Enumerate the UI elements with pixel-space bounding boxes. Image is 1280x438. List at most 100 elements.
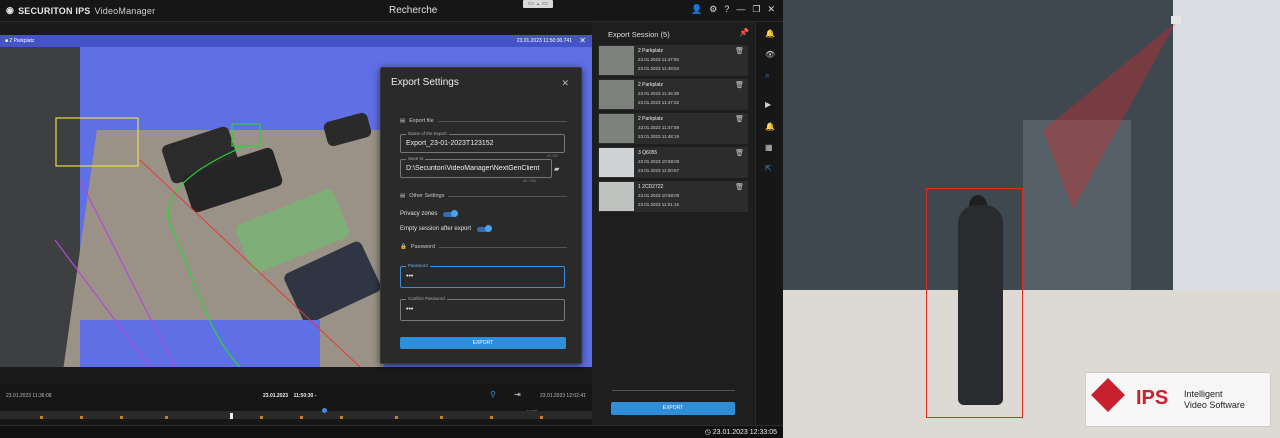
dialog-title: Export Settings — [391, 77, 459, 88]
thumbnail — [599, 182, 634, 211]
item-start: 23.01.2023 11:46:38 — [638, 91, 679, 96]
empty-session-row: Empty session after export — [400, 225, 493, 232]
thumbnail — [599, 114, 634, 143]
close-icon[interactable]: ✕ — [767, 4, 775, 15]
bell-icon[interactable]: 🔔 — [765, 29, 775, 38]
save-to-field[interactable]: Save to D:\Securiton\VideoManager\NextGe… — [400, 156, 552, 178]
item-end: 23.01.2023 11:00:57 — [638, 168, 679, 173]
item-end: 23.01.2023 11:48:19 — [638, 134, 679, 139]
ips-mark: IPS — [1136, 387, 1169, 409]
eye-icon[interactable]: 👁 — [765, 50, 775, 59]
export-icon[interactable]: ⇱ — [765, 164, 772, 173]
empty-session-toggle[interactable] — [477, 225, 493, 232]
video-manager-app: ◉ SECURITON IPS VideoManager Recherche ▭… — [0, 0, 783, 438]
title-bar: ◉ SECURITON IPS VideoManager Recherche ▭… — [0, 0, 783, 22]
detection-box — [926, 188, 1023, 418]
page-title: Recherche — [389, 5, 438, 16]
field-value: D:\Securiton\VideoManager\NextGenClient — [406, 165, 540, 172]
camera-icon: ■ — [5, 38, 9, 44]
right-icon-rail: 🔔 👁 ⌕ ▶ 🔔 ▦ ⇱ — [755, 22, 783, 425]
layout-switcher[interactable]: ▭ ⌄ ▭ — [523, 0, 553, 8]
timeline-end: 23.01.2023 12:02:41 — [540, 393, 586, 399]
session-item[interactable]: 2 Parkplatz 23.01.2023 11:46:38 23.01.20… — [598, 79, 748, 110]
dialog-close-icon[interactable]: ✕ — [561, 78, 569, 89]
export-marker-icon[interactable]: ⇥ — [514, 390, 521, 399]
save-counter: 40 / 255 — [523, 179, 536, 183]
pin-icon[interactable]: 📌 — [739, 28, 749, 37]
trash-icon[interactable]: 🗑 — [735, 183, 744, 191]
panel-export-button[interactable]: EXPORT — [611, 402, 735, 415]
password-field[interactable]: Password ••• — [400, 263, 565, 288]
clock-icon: ◷ — [704, 429, 711, 436]
item-start: 23.01.2023 10:58:00 — [638, 193, 680, 198]
thumbnail — [599, 80, 634, 109]
product-name: VideoManager — [94, 5, 156, 16]
divider — [612, 390, 735, 391]
gear-icon[interactable]: ⚙ — [709, 4, 717, 15]
minimize-icon[interactable]: — — [736, 4, 745, 15]
section-label: Other Settings — [409, 193, 445, 199]
field-value: ••• — [406, 306, 414, 313]
timeline-track[interactable] — [0, 411, 592, 419]
dialog-export-button[interactable]: EXPORT — [400, 337, 566, 349]
item-end: 23.01.2023 11:47:02 — [638, 100, 679, 105]
trash-icon[interactable]: 🗑 — [735, 47, 744, 55]
name-counter: 24 / 50 — [547, 154, 558, 158]
ips-tagline-2: Video Software — [1184, 400, 1245, 410]
timeline[interactable]: 23.01.2023 11:36:08 23.01.2023 11:50:30 … — [0, 384, 592, 425]
item-start: 23.01.2023 11:47:58 — [638, 125, 679, 130]
session-item[interactable]: 2 Parkplatz 23.01.2023 11:47:50 23.01.20… — [598, 45, 748, 76]
trash-icon[interactable]: 🗑 — [735, 149, 744, 157]
brand-name: SECURITON IPS — [18, 5, 91, 16]
eye-logo-icon: ◉ — [6, 5, 15, 15]
playhead[interactable] — [322, 408, 327, 413]
confirm-password-field[interactable]: Confirm Password ••• — [400, 296, 565, 321]
current-date: 23.01.2023 — [263, 393, 289, 399]
surveillance-photo: IPS Intelligent Video Software — [783, 0, 1280, 438]
film-icon[interactable]: ▦ — [765, 143, 773, 152]
session-item[interactable]: 1 2CD2722 23.01.2023 10:58:00 23.01.2023… — [598, 181, 748, 212]
item-name: 3 Q6055 — [638, 150, 658, 156]
app-logo: ◉ SECURITON IPS VideoManager — [6, 5, 155, 16]
toggle-label: Privacy zones — [400, 211, 438, 217]
item-end: 23.01.2023 11:01:16 — [638, 202, 679, 207]
camera-label: 2 Parkplatz — [9, 38, 35, 44]
privacy-zones-row: Privacy zones — [400, 210, 459, 217]
field-label: Name of the Export — [406, 131, 449, 136]
user-icon[interactable]: 👤 — [691, 4, 702, 15]
item-start: 23.01.2023 11:47:50 — [638, 57, 679, 62]
export-file-section: ▤ Export file — [400, 118, 567, 124]
password-section: 🔒 Password — [400, 244, 567, 250]
video-icon[interactable]: ▶ — [765, 100, 771, 109]
toggle-label: Empty session after export — [400, 226, 472, 232]
item-name: 2 Parkplatz — [638, 82, 664, 88]
person-filter-icon[interactable]: ⚲ — [490, 390, 496, 399]
section-label: Password — [410, 244, 436, 250]
trash-icon[interactable]: 🗑 — [735, 81, 744, 89]
field-value: Export_23-01-2023T123152 — [406, 140, 494, 147]
settings-icon: ▤ — [400, 193, 406, 199]
file-icon: ▤ — [400, 118, 406, 124]
field-value: ••• — [406, 273, 414, 280]
item-end: 23.01.2023 11:48:04 — [638, 66, 679, 71]
alarm-icon[interactable]: 🔔 — [765, 122, 775, 131]
lock-icon: 🔒 — [400, 244, 407, 250]
timeline-start: 23.01.2023 11:36:08 — [6, 393, 52, 399]
session-item[interactable]: 3 Q6055 23.01.2023 10:58:00 23.01.2023 1… — [598, 147, 748, 178]
privacy-zones-toggle[interactable] — [443, 210, 459, 217]
close-camera-icon[interactable]: ✕ — [579, 36, 586, 45]
status-bar: ◷ 23.01.2023 12:33:05 — [0, 425, 783, 438]
camera-timestamp: 23.01.2023 11:50:30.741 — [516, 38, 572, 44]
trash-icon[interactable]: 🗑 — [735, 115, 744, 123]
current-time: 11:50:30 - — [293, 393, 317, 399]
export-name-field[interactable]: Name of the Export Export_23-01-2023T123… — [400, 131, 565, 153]
help-icon[interactable]: ? — [724, 4, 729, 15]
item-name: 1 2CD2722 — [638, 184, 664, 190]
item-name: 2 Parkplatz — [638, 48, 664, 54]
session-item[interactable]: 2 Parkplatz 23.01.2023 11:47:58 23.01.20… — [598, 113, 748, 144]
folder-icon[interactable]: ▰ — [554, 165, 559, 173]
search-icon[interactable]: ⌕ — [765, 71, 769, 81]
restore-icon[interactable]: ❐ — [752, 4, 760, 15]
field-label: Confirm Password — [406, 296, 447, 301]
section-label: Export file — [409, 118, 434, 124]
